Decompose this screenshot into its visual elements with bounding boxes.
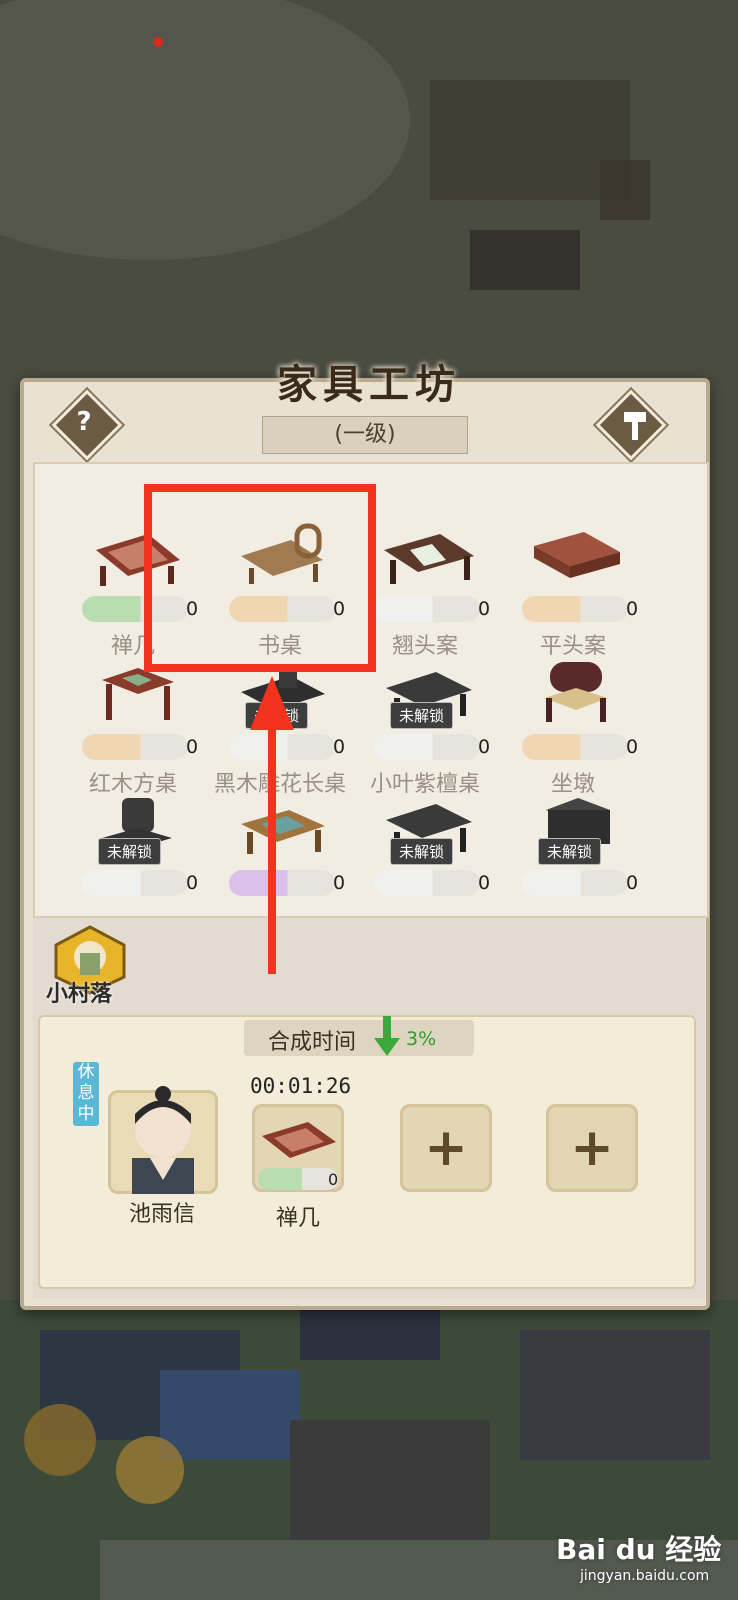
item-count: 0	[626, 598, 639, 620]
count-bar	[258, 1168, 338, 1190]
craft-time-bonus: 3%	[406, 1028, 437, 1050]
count-bar	[522, 870, 628, 896]
worker-status-badge: 休息中	[73, 1062, 99, 1126]
baidu-watermark: Bai du 经验	[556, 1533, 722, 1566]
locked-badge: 未解锁	[390, 838, 454, 865]
item-count: 0	[333, 872, 346, 894]
item-count: 0	[186, 872, 199, 894]
workshop-level: (一级)	[262, 416, 468, 454]
craft-time-label: 合成时间	[268, 1030, 357, 1055]
furniture-image	[241, 810, 325, 854]
count-bar	[229, 734, 335, 760]
village-label: 小村落	[46, 982, 113, 1007]
plus-icon[interactable]: +	[546, 1104, 638, 1192]
baidu-watermark-url: jingyan.baidu.com	[580, 1568, 710, 1584]
down-arrow-icon	[374, 1016, 400, 1056]
item-count: 0	[626, 872, 639, 894]
count-bar	[374, 870, 480, 896]
craft-item-label: 禅几	[275, 1206, 320, 1231]
item-count: 0	[333, 736, 346, 758]
item-count: 0	[478, 736, 491, 758]
item-count: 0	[186, 736, 199, 758]
hammer-icon[interactable]	[610, 400, 660, 450]
item-pingtouan[interactable]: 0 平头案	[498, 520, 648, 660]
locked-badge: 未解锁	[98, 838, 162, 865]
item-locked-9[interactable]: 未解锁 0	[58, 794, 208, 934]
item-locked-11[interactable]: 未解锁 0	[350, 794, 500, 934]
item-label: 平头案	[539, 634, 606, 659]
craft-item-count: 0	[328, 1170, 339, 1189]
craft-timer: 00:01:26	[250, 1074, 352, 1098]
notification-dot	[153, 37, 163, 47]
count-bar	[374, 734, 480, 760]
locked-badge: 未解锁	[390, 702, 454, 729]
locked-badge: 未解锁	[245, 702, 309, 729]
item-count: 0	[626, 736, 639, 758]
item-zuodun[interactable]: 0 坐墩	[498, 658, 648, 798]
count-bar	[82, 870, 188, 896]
worker-name: 池雨信	[128, 1202, 195, 1227]
locked-badge: 未解锁	[538, 838, 602, 865]
count-bar	[229, 870, 335, 896]
item-count: 0	[478, 872, 491, 894]
question-icon[interactable]: ?	[54, 392, 114, 452]
count-bar	[374, 596, 480, 622]
item-locked-12[interactable]: 未解锁 0	[498, 794, 648, 934]
panel-title: 家具工坊	[277, 361, 461, 408]
count-bar	[522, 734, 628, 760]
tutorial-highlight-box	[144, 484, 376, 672]
qiaotouan-image	[384, 534, 474, 584]
item-10[interactable]: 0	[205, 794, 355, 934]
count-bar	[82, 734, 188, 760]
zuodun-image	[544, 662, 608, 722]
plus-icon[interactable]: +	[400, 1104, 492, 1192]
count-bar	[522, 596, 628, 622]
chanji-image	[262, 1122, 336, 1158]
worker-portrait	[132, 1086, 194, 1194]
item-count: 0	[478, 598, 491, 620]
pingtouan-image	[534, 532, 620, 578]
